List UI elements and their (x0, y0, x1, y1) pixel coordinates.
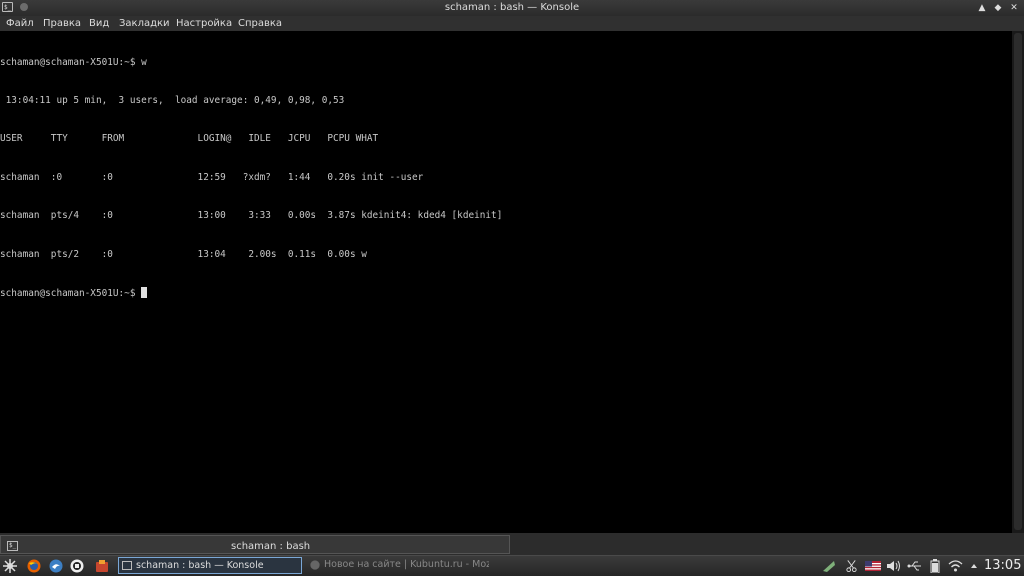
taskbar: schaman : bash — Konsole Новое на сайте … (0, 555, 1024, 576)
software-icon[interactable] (95, 559, 109, 573)
firefox-icon[interactable] (27, 559, 41, 573)
dolphin-icon[interactable] (49, 559, 63, 573)
task-firefox[interactable]: Новое на сайте | Kubuntu.ru - Mozilla Fi… (307, 557, 489, 574)
battery-icon[interactable] (930, 559, 940, 573)
tab-bar: $_ schaman : bash (0, 533, 1024, 555)
task-konsole[interactable]: schaman : bash — Konsole (118, 557, 302, 574)
text-cursor (141, 286, 148, 298)
terminal-line: 13:04:11 up 5 min, 3 users, load average… (0, 94, 345, 106)
terminal-scrollbar[interactable] (1012, 31, 1024, 533)
terminal-line: schaman pts/2 :0 13:04 2.00s 0.11s 0.00s… (0, 248, 367, 260)
network-manager-icon[interactable] (822, 559, 836, 573)
menu-view[interactable]: Вид (89, 16, 109, 32)
terminal-line: schaman :0 :0 12:59 ?xdm? 1:44 0.20s ini… (0, 171, 424, 183)
tab-label: schaman : bash (231, 541, 311, 552)
clock[interactable]: 13:05 (984, 557, 1021, 574)
task-label: schaman : bash — Konsole (136, 560, 264, 571)
terminal-line: schaman pts/4 :0 13:00 3:33 0.00s 3.87s … (0, 210, 503, 222)
maximize-button[interactable]: ◆ (991, 1, 1005, 15)
konsole-icon (122, 561, 132, 570)
terminal-line: USER TTY FROM LOGIN@ IDLE JCPU PCPU WHAT (0, 133, 379, 145)
minimize-button[interactable]: ▲ (975, 1, 989, 15)
tab-bash[interactable]: $_ schaman : bash (0, 535, 510, 554)
kickoff-icon[interactable] (3, 559, 17, 573)
menu-bar: Файл Правка Вид Закладки Настройка Справ… (0, 16, 1024, 32)
close-button[interactable]: ✕ (1007, 1, 1021, 15)
wifi-icon[interactable] (948, 559, 963, 573)
menu-edit[interactable]: Правка (43, 16, 81, 32)
flag-icon[interactable] (865, 559, 881, 573)
terminal-line: schaman@schaman-X501U:~$ w (0, 56, 147, 68)
terminal-prompt: schaman@schaman-X501U:~$ (0, 287, 142, 299)
menu-settings[interactable]: Настройка (176, 16, 232, 32)
menu-bookmarks[interactable]: Закладки (119, 16, 170, 32)
firefox-icon (310, 560, 320, 570)
task-label: Новое на сайте | Kubuntu.ru - Mozilla Fi… (324, 559, 489, 570)
menu-file[interactable]: Файл (6, 16, 34, 32)
konsole-icon: $_ (7, 541, 18, 551)
terminal-output[interactable]: schaman@schaman-X501U:~$ w 13:04:11 up 5… (0, 31, 1012, 533)
expand-icon[interactable] (970, 559, 978, 573)
terminal-prompt-line[interactable]: schaman@schaman-X501U:~$ (0, 286, 1012, 300)
window-title: schaman : bash — Konsole (444, 2, 580, 13)
volume-icon[interactable] (886, 559, 901, 573)
menu-help[interactable]: Справка (238, 16, 282, 32)
scissors-icon[interactable] (845, 559, 858, 573)
window-titlebar[interactable]: $_ schaman : bash — Konsole ▲ ◆ ✕ (0, 0, 1024, 16)
usb-icon[interactable] (907, 559, 922, 573)
system-icon[interactable] (70, 559, 84, 573)
scrollbar-thumb[interactable] (1014, 33, 1022, 530)
